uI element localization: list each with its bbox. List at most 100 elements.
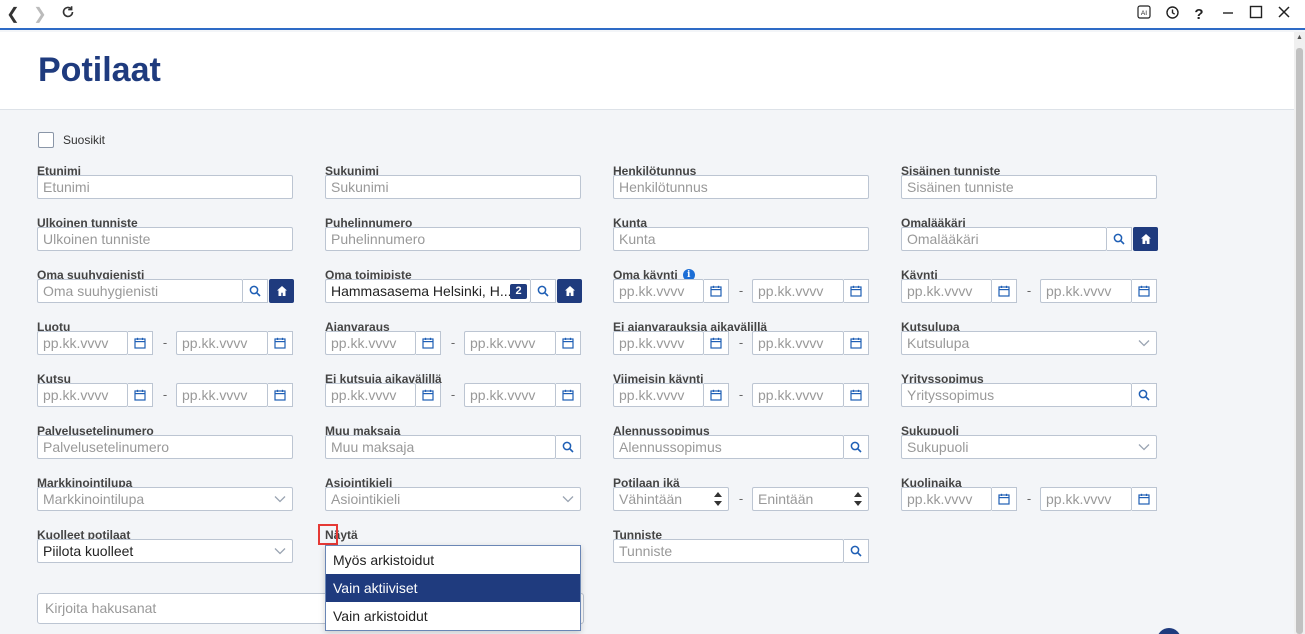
chevron-down-icon[interactable]	[557, 487, 579, 511]
asiointikieli-select[interactable]: Asiointikieli	[325, 487, 581, 511]
oma-suuhygienisti-input[interactable]: Oma suuhygienisti	[37, 279, 243, 303]
back-arrow-icon[interactable]: ❮	[3, 5, 23, 25]
calendar-icon[interactable]	[416, 383, 441, 407]
calendar-icon[interactable]	[1132, 279, 1157, 303]
favorites-checkbox[interactable]	[38, 132, 54, 148]
kutsu-from-input[interactable]: pp.kk.vvvv	[37, 383, 128, 407]
history-icon[interactable]	[1162, 5, 1182, 25]
dropdown-option[interactable]: Vain arkistoidut	[326, 602, 580, 630]
dropdown-option-selected[interactable]: Vain aktiiviset	[326, 574, 580, 602]
calendar-icon[interactable]	[268, 383, 293, 407]
range-dash: -	[450, 387, 456, 402]
ei-ajanvarauksia-from-input[interactable]: pp.kk.vvvv	[613, 331, 704, 355]
number-stepper-icon[interactable]	[708, 487, 728, 511]
oma-kaynti-to-input[interactable]: pp.kk.vvvv	[752, 279, 844, 303]
luotu-from-input[interactable]: pp.kk.vvvv	[37, 331, 128, 355]
calendar-icon[interactable]	[128, 331, 153, 355]
close-icon[interactable]	[1274, 5, 1294, 25]
dropdown-option[interactable]: Myös arkistoidut	[326, 546, 580, 574]
minimize-icon[interactable]	[1218, 5, 1238, 25]
favorites-row: Suosikit	[38, 131, 105, 149]
ei-kutsuja-to-input[interactable]: pp.kk.vvvv	[464, 383, 556, 407]
etunimi-input[interactable]: Etunimi	[37, 175, 293, 199]
viimeisin-kaynti-from-input[interactable]: pp.kk.vvvv	[613, 383, 704, 407]
calendar-icon[interactable]	[992, 487, 1017, 511]
tunniste-input[interactable]: Tunniste	[613, 539, 844, 563]
henkilotunnus-input[interactable]: Henkilötunnus	[613, 175, 869, 199]
search-icon[interactable]	[1132, 383, 1157, 407]
ajanvaraus-from-input[interactable]: pp.kk.vvvv	[325, 331, 416, 355]
search-icon[interactable]	[844, 435, 869, 459]
calendar-icon[interactable]	[704, 331, 729, 355]
chevron-down-icon[interactable]	[269, 539, 291, 563]
kuolleet-potilaat-select[interactable]: Piilota kuolleet	[37, 539, 293, 563]
luotu-to-input[interactable]: pp.kk.vvvv	[176, 331, 268, 355]
range-dash: -	[162, 387, 168, 402]
kutsulupa-select[interactable]: Kutsulupa	[901, 331, 1157, 355]
ai-label: AI	[1141, 10, 1147, 17]
reload-icon[interactable]	[58, 5, 78, 25]
calendar-icon[interactable]	[128, 383, 153, 407]
range-dash: -	[1026, 491, 1032, 506]
chevron-down-icon[interactable]	[1133, 331, 1155, 355]
yrityssopimus-input[interactable]: Yrityssopimus	[901, 383, 1132, 407]
help-button[interactable]	[1157, 628, 1181, 634]
calendar-icon[interactable]	[704, 279, 729, 303]
muu-maksaja-input[interactable]: Muu maksaja	[325, 435, 556, 459]
calendar-icon[interactable]	[1132, 487, 1157, 511]
home-icon[interactable]	[1133, 227, 1158, 251]
page-title: Potilaat	[38, 51, 161, 89]
ei-ajanvarauksia-to-input[interactable]: pp.kk.vvvv	[752, 331, 844, 355]
oma-kaynti-from-input[interactable]: pp.kk.vvvv	[613, 279, 704, 303]
maximize-icon[interactable]	[1246, 5, 1266, 25]
viimeisin-kaynti-to-input[interactable]: pp.kk.vvvv	[752, 383, 844, 407]
search-icon[interactable]	[556, 435, 581, 459]
search-icon[interactable]	[1107, 227, 1132, 251]
ajanvaraus-to-input[interactable]: pp.kk.vvvv	[464, 331, 556, 355]
selection-count-badge: 2	[510, 284, 527, 299]
search-icon[interactable]	[844, 539, 869, 563]
palvelusetelinumero-input[interactable]: Palvelusetelinumero	[37, 435, 293, 459]
ai-icon[interactable]: AI	[1134, 5, 1154, 25]
calendar-icon[interactable]	[556, 383, 581, 407]
calendar-icon[interactable]	[416, 331, 441, 355]
calendar-icon[interactable]	[268, 331, 293, 355]
omalaakari-input[interactable]: Omalääkäri	[901, 227, 1107, 251]
sisainen-tunniste-input[interactable]: Sisäinen tunniste	[901, 175, 1157, 199]
favorites-label: Suosikit	[63, 133, 106, 147]
kuolinaika-to-input[interactable]: pp.kk.vvvv	[1040, 487, 1132, 511]
ulkoinen-tunniste-input[interactable]: Ulkoinen tunniste	[37, 227, 293, 251]
oma-toimipiste-input[interactable]: Hammasasema Helsinki, H...	[325, 279, 531, 303]
calendar-icon[interactable]	[704, 383, 729, 407]
page-header: Potilaat	[0, 32, 1294, 110]
puhelinnumero-input[interactable]: Puhelinnumero	[325, 227, 581, 251]
kuolinaika-from-input[interactable]: pp.kk.vvvv	[901, 487, 992, 511]
calendar-icon[interactable]	[844, 279, 869, 303]
calendar-icon[interactable]	[844, 331, 869, 355]
markkinointilupa-select[interactable]: Markkinointilupa	[37, 487, 293, 511]
alennussopimus-input[interactable]: Alennussopimus	[613, 435, 844, 459]
range-dash: -	[738, 491, 744, 506]
home-icon[interactable]	[269, 279, 294, 303]
scroll-up-icon[interactable]: ▲	[1295, 33, 1304, 43]
help-icon[interactable]: ?	[1189, 5, 1209, 25]
sukunimi-input[interactable]: Sukunimi	[325, 175, 581, 199]
range-dash: -	[1026, 283, 1032, 298]
calendar-icon[interactable]	[992, 279, 1017, 303]
home-icon[interactable]	[557, 279, 582, 303]
ei-kutsuja-from-input[interactable]: pp.kk.vvvv	[325, 383, 416, 407]
kunta-input[interactable]: Kunta	[613, 227, 869, 251]
chevron-down-icon[interactable]	[1133, 435, 1155, 459]
sukupuoli-select[interactable]: Sukupuoli	[901, 435, 1157, 459]
number-stepper-icon[interactable]	[848, 487, 868, 511]
search-icon[interactable]	[531, 279, 556, 303]
kaynti-from-input[interactable]: pp.kk.vvvv	[901, 279, 992, 303]
kaynti-to-input[interactable]: pp.kk.vvvv	[1040, 279, 1132, 303]
calendar-icon[interactable]	[844, 383, 869, 407]
forward-arrow-icon[interactable]: ❯	[30, 5, 50, 25]
calendar-icon[interactable]	[556, 331, 581, 355]
chevron-down-icon[interactable]	[269, 487, 291, 511]
kutsu-to-input[interactable]: pp.kk.vvvv	[176, 383, 268, 407]
search-icon[interactable]	[243, 279, 268, 303]
scrollbar-thumb[interactable]	[1296, 48, 1303, 634]
